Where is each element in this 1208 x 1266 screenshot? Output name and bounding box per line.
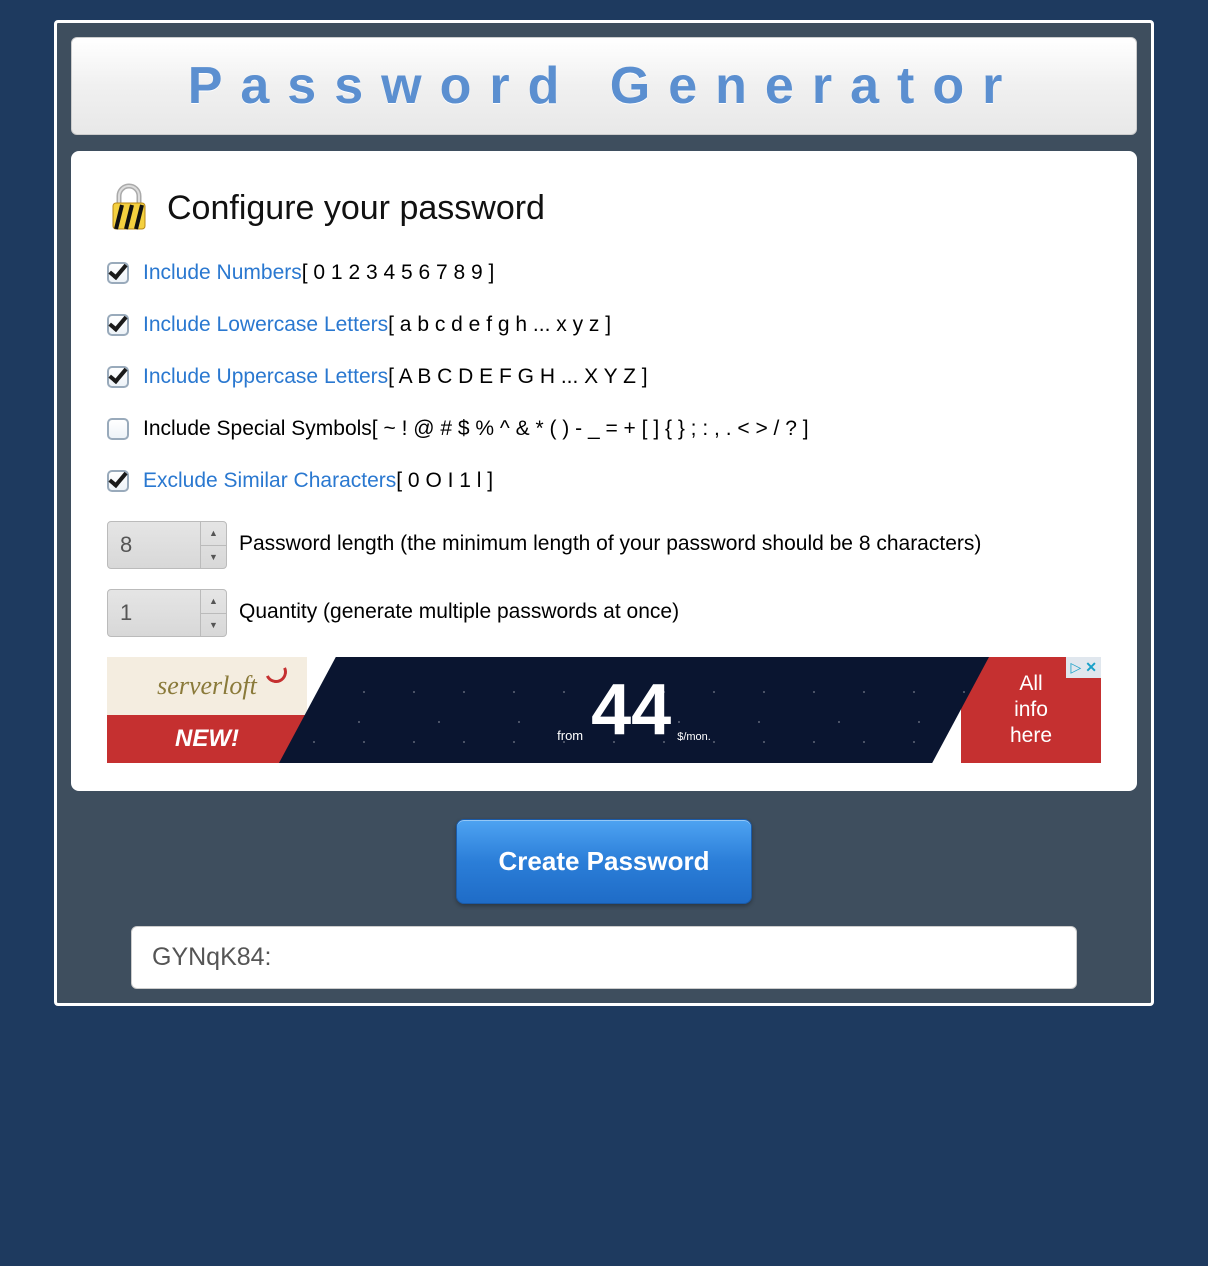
quantity-row: 1 ▲ ▼ Quantity (generate multiple passwo…	[107, 589, 1101, 637]
ad-brand: serverloft	[107, 657, 307, 715]
length-down-icon[interactable]: ▼	[201, 546, 226, 569]
ad-middle: from 44 $/mon.	[279, 657, 989, 763]
checkbox-include-lowercase[interactable]	[107, 314, 129, 336]
quantity-spinner: ▲ ▼	[200, 590, 226, 636]
option-label[interactable]: Exclude Similar Characters[ 0 O I 1 l ]	[143, 469, 493, 493]
option-include-symbols: Include Special Symbols[ ~ ! @ # $ % ^ &…	[107, 417, 1101, 441]
quantity-down-icon[interactable]: ▼	[201, 614, 226, 637]
quantity-value: 1	[108, 590, 200, 636]
ad-from: from	[557, 728, 583, 743]
length-stepper[interactable]: 8 ▲ ▼	[107, 521, 227, 569]
option-include-uppercase: Include Uppercase Letters[ A B C D E F G…	[107, 365, 1101, 389]
option-label[interactable]: Include Special Symbols[ ~ ! @ # $ % ^ &…	[143, 417, 809, 441]
page-title: Password Generator	[82, 56, 1126, 116]
ad-price: 44	[591, 674, 671, 746]
create-password-button[interactable]: Create Password	[456, 819, 753, 904]
ad-close-icon[interactable]: ✕	[1085, 659, 1097, 676]
ad-controls: ▷ ✕	[1066, 657, 1101, 678]
ad-unit: $/mon.	[677, 731, 711, 743]
config-heading: Configure your password	[167, 189, 545, 228]
ad-new-badge: NEW!	[107, 715, 307, 763]
checkbox-include-uppercase[interactable]	[107, 366, 129, 388]
option-exclude-similar: Exclude Similar Characters[ 0 O I 1 l ]	[107, 469, 1101, 493]
quantity-stepper[interactable]: 1 ▲ ▼	[107, 589, 227, 637]
ad-banner[interactable]: serverloft NEW! from 44 $/mon. All info …	[107, 657, 1101, 763]
option-include-lowercase: Include Lowercase Letters[ a b c d e f g…	[107, 313, 1101, 337]
adchoices-icon[interactable]: ▷	[1070, 659, 1081, 676]
title-bar: Password Generator	[71, 37, 1137, 135]
quantity-up-icon[interactable]: ▲	[201, 590, 226, 614]
length-up-icon[interactable]: ▲	[201, 522, 226, 546]
generated-password-output[interactable]: GYNqK84:	[131, 926, 1077, 989]
length-spinner: ▲ ▼	[200, 522, 226, 568]
checkbox-include-numbers[interactable]	[107, 262, 129, 284]
ad-left: serverloft NEW!	[107, 657, 307, 763]
checkbox-include-symbols[interactable]	[107, 418, 129, 440]
option-label[interactable]: Include Lowercase Letters[ a b c d e f g…	[143, 313, 611, 337]
quantity-label: Quantity (generate multiple passwords at…	[239, 589, 1101, 626]
option-label[interactable]: Include Uppercase Letters[ A B C D E F G…	[143, 365, 648, 389]
swoosh-icon	[262, 658, 290, 686]
length-label: Password length (the minimum length of y…	[239, 521, 1101, 558]
length-row: 8 ▲ ▼ Password length (the minimum lengt…	[107, 521, 1101, 569]
config-panel: Configure your password Include Numbers[…	[71, 151, 1137, 791]
option-include-numbers: Include Numbers[ 0 1 2 3 4 5 6 7 8 9 ]	[107, 261, 1101, 285]
checkbox-exclude-similar[interactable]	[107, 470, 129, 492]
app-frame: Password Generator Configure your passwo…	[54, 20, 1154, 1006]
length-value: 8	[108, 522, 200, 568]
option-label[interactable]: Include Numbers[ 0 1 2 3 4 5 6 7 8 9 ]	[143, 261, 494, 285]
lock-icon	[107, 183, 151, 233]
config-header: Configure your password	[107, 183, 1101, 233]
